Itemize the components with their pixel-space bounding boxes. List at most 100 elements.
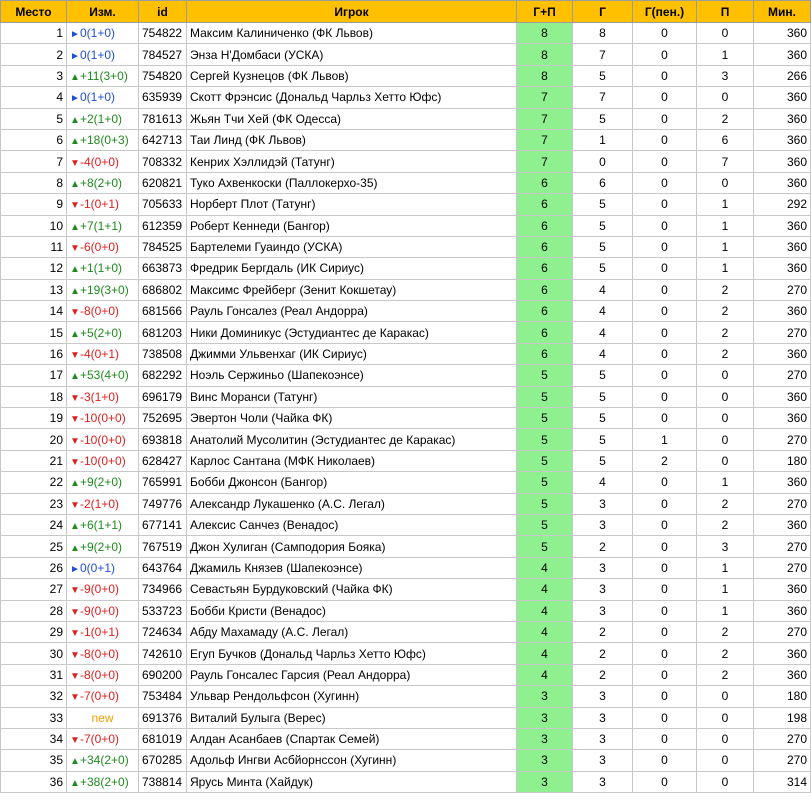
change-cell: ▼-4(0+0): [66, 150, 139, 173]
assists-cell: 1: [696, 471, 754, 494]
table-row[interactable]: 22 ▲+9(2+0) 765991 Бобби Джонсон (Бангор) 5 4…: [0, 471, 811, 494]
assists-cell: 0: [696, 770, 754, 794]
table-row[interactable]: 28 ▼-9(0+0) 533723 Бобби Кристи (Венадос) 4 3…: [0, 599, 811, 622]
header-penalty-goals[interactable]: Г(пен.): [632, 0, 697, 23]
table-row[interactable]: 4 ►0(1+0) 635939 Скотт Фрэнсис (Дональд Чар…: [0, 86, 811, 109]
table-row[interactable]: 31 ▼-8(0+0) 690200 Рауль Гонсалес Гарсия (Р…: [0, 663, 811, 687]
table-row[interactable]: 18 ▼-3(1+0) 696179 Винс Моранси (Татунг) 5 5 0…: [0, 385, 811, 409]
minutes-cell: 360: [753, 599, 811, 622]
table-row[interactable]: 19 ▼-10(0+0) 752695 Эвертон Чоли (Чайка ФК)…: [0, 407, 811, 430]
table-row[interactable]: 3 ▲+11(3+0) 754820 Сергей Кузнецов (ФК Льво…: [0, 64, 811, 88]
header-place[interactable]: Место: [0, 0, 67, 23]
table-row[interactable]: 30 ▼-8(0+0) 742610 Егуп Бучков (Дональд Чар…: [0, 642, 811, 665]
penalty-goals-cell: 0: [632, 578, 697, 601]
scorers-table: Место Изм. id Игрок Г+П Г Г(пен.) П Мин.…: [0, 0, 811, 794]
assists-cell: 0: [696, 685, 754, 708]
player-id-cell: 670285: [138, 749, 187, 772]
table-row[interactable]: 14 ▼-8(0+0) 681566 Рауль Гонсалез (Реал Анд…: [0, 300, 811, 323]
change-value: -10(0+0): [80, 411, 126, 426]
penalty-goals-cell: 0: [632, 193, 697, 216]
goals-assists-cell: 7: [516, 150, 573, 173]
table-row[interactable]: 7 ▼-4(0+0) 708332 Кенрих Хэллидэй (Татунг) 7…: [0, 150, 811, 173]
table-row[interactable]: 17 ▲+53(4+0) 682292 Ноэль Сержиньо (Шапекоэ…: [0, 364, 811, 387]
table-row[interactable]: 36 ▲+38(2+0) 738814 Ярусь Минта (Хайдук) 3 3 0…: [0, 770, 811, 794]
table-row[interactable]: 8 ▲+8(2+0) 620821 Туко Ахвенкоски (Паллокер…: [0, 171, 811, 195]
player-name-cell: Алексис Санчез (Венадос): [186, 513, 517, 537]
table-row[interactable]: 33 new 691376 Виталий Булыга (Верес) 3 3 0 0 198: [0, 706, 811, 729]
place-cell: 29: [0, 620, 67, 644]
minutes-cell: 270: [753, 556, 811, 580]
player-name-cell: Бобби Кристи (Венадос): [186, 599, 517, 622]
assists-cell: 7: [696, 150, 754, 173]
assists-cell: 0: [696, 428, 754, 451]
table-row[interactable]: 1 ►0(1+0) 754822 Максим Калиниченко (ФК Льв…: [0, 21, 811, 45]
assists-cell: 2: [696, 278, 754, 302]
change-value: +6(1+1): [80, 518, 123, 533]
table-row[interactable]: 13 ▲+19(3+0) 686802 Максимс Фрейберг (Зенит…: [0, 278, 811, 302]
table-row[interactable]: 29 ▼-1(0+1) 724634 Абду Махамаду (А.С. Лега…: [0, 620, 811, 644]
table-row[interactable]: 34 ▼-7(0+0) 681019 Алдан Асанбаев (Спартак …: [0, 727, 811, 751]
player-name-cell: Максим Калиниченко (ФК Львов): [186, 21, 517, 45]
header-goals[interactable]: Г: [572, 0, 633, 23]
place-cell: 10: [0, 214, 67, 237]
table-row[interactable]: 16 ▼-4(0+1) 738508 Джимми Ульвенхаг (ИК Сир…: [0, 342, 811, 366]
arrow-up-icon: ▲: [70, 542, 80, 554]
player-name-cell: Джон Хулиган (Самподория Бояка): [186, 535, 517, 558]
goals-assists-cell: 4: [516, 556, 573, 580]
table-row[interactable]: 15 ▲+5(2+0) 681203 Ники Доминикус (Эстудиан…: [0, 321, 811, 344]
player-name-cell: Александр Лукашенко (А.С. Легал): [186, 492, 517, 515]
header-player[interactable]: Игрок: [186, 0, 517, 23]
change-value: -2(1+0): [80, 496, 120, 511]
table-row[interactable]: 6 ▲+18(0+3) 642713 Таи Линд (ФК Львов) 7 1 0 6 3…: [0, 128, 811, 152]
table-row[interactable]: 5 ▲+2(1+0) 781613 Жьян Тчи Хей (ФК Одесса) 7…: [0, 107, 811, 130]
goals-cell: 5: [572, 407, 633, 430]
table-row[interactable]: 35 ▲+34(2+0) 670285 Адольф Ингви Асбйорнссо…: [0, 749, 811, 772]
player-name-cell: Роберт Кеннеди (Бангор): [186, 214, 517, 237]
penalty-goals-cell: 0: [632, 685, 697, 708]
change-value: +19(3+0): [80, 282, 129, 297]
penalty-goals-cell: 0: [632, 107, 697, 130]
player-id-cell: 682292: [138, 364, 187, 387]
table-row[interactable]: 11 ▼-6(0+0) 784525 Бартелеми Гуаиндо (УСКА)…: [0, 235, 811, 259]
goals-cell: 5: [572, 428, 633, 451]
change-cell: ▼-4(0+1): [66, 342, 139, 366]
place-cell: 8: [0, 171, 67, 195]
change-value: -7(0+0): [80, 732, 120, 747]
table-row[interactable]: 27 ▼-9(0+0) 734966 Севастьян Бурдуковский (…: [0, 578, 811, 601]
table-row[interactable]: 2 ►0(1+0) 784527 Энза Н'Домбаси (УСКА) 8 7 0 1 3…: [0, 43, 811, 66]
goals-cell: 3: [572, 770, 633, 794]
table-row[interactable]: 20 ▼-10(0+0) 693818 Анатолий Мусолитин (Эст…: [0, 428, 811, 451]
table-row[interactable]: 23 ▼-2(1+0) 749776 Александр Лукашенко (А.С…: [0, 492, 811, 515]
minutes-cell: 314: [753, 770, 811, 794]
player-name-cell: Егуп Бучков (Дональд Чарльз Хетто Юфс): [186, 642, 517, 665]
table-row[interactable]: 9 ▼-1(0+1) 705633 Норберт Плот (Татунг) 6 5 0 1…: [0, 193, 811, 216]
goals-assists-cell: 7: [516, 128, 573, 152]
minutes-cell: 360: [753, 171, 811, 195]
table-row[interactable]: 26 ►0(0+1) 643764 Джамиль Князев (Шапекоэнс…: [0, 556, 811, 580]
change-cell: ▼-10(0+0): [66, 407, 139, 430]
table-row[interactable]: 24 ▲+6(1+1) 677141 Алексис Санчез (Венадос)…: [0, 513, 811, 537]
goals-assists-cell: 6: [516, 321, 573, 344]
player-id-cell: 781613: [138, 107, 187, 130]
table-row[interactable]: 25 ▲+9(2+0) 767519 Джон Хулиган (Самподория…: [0, 535, 811, 558]
header-id[interactable]: id: [138, 0, 187, 23]
table-row[interactable]: 12 ▲+1(1+0) 663873 Фредрик Бергдаль (ИК Сир…: [0, 257, 811, 280]
goals-assists-cell: 5: [516, 513, 573, 537]
table-row[interactable]: 10 ▲+7(1+1) 612359 Роберт Кеннеди (Бангор) 6…: [0, 214, 811, 237]
goals-assists-cell: 3: [516, 749, 573, 772]
goals-assists-cell: 5: [516, 364, 573, 387]
header-change[interactable]: Изм.: [66, 0, 139, 23]
header-assists[interactable]: П: [696, 0, 754, 23]
table-row[interactable]: 32 ▼-7(0+0) 753484 Ульвар Рендольфсон (Хуги…: [0, 685, 811, 708]
penalty-goals-cell: 0: [632, 770, 697, 794]
table-row[interactable]: 21 ▼-10(0+0) 628427 Карлос Сантана (МФК Ник…: [0, 449, 811, 473]
goals-cell: 5: [572, 257, 633, 280]
goals-assists-cell: 6: [516, 342, 573, 366]
header-goals-assists[interactable]: Г+П: [516, 0, 573, 23]
assists-cell: 1: [696, 599, 754, 622]
player-name-cell: Адольф Ингви Асбйорнссон (Хугинн): [186, 749, 517, 772]
header-minutes[interactable]: Мин.: [753, 0, 811, 23]
player-name-cell: Виталий Булыга (Верес): [186, 706, 517, 729]
change-cell: ▼-10(0+0): [66, 428, 139, 451]
player-name-cell: Сергей Кузнецов (ФК Львов): [186, 64, 517, 88]
